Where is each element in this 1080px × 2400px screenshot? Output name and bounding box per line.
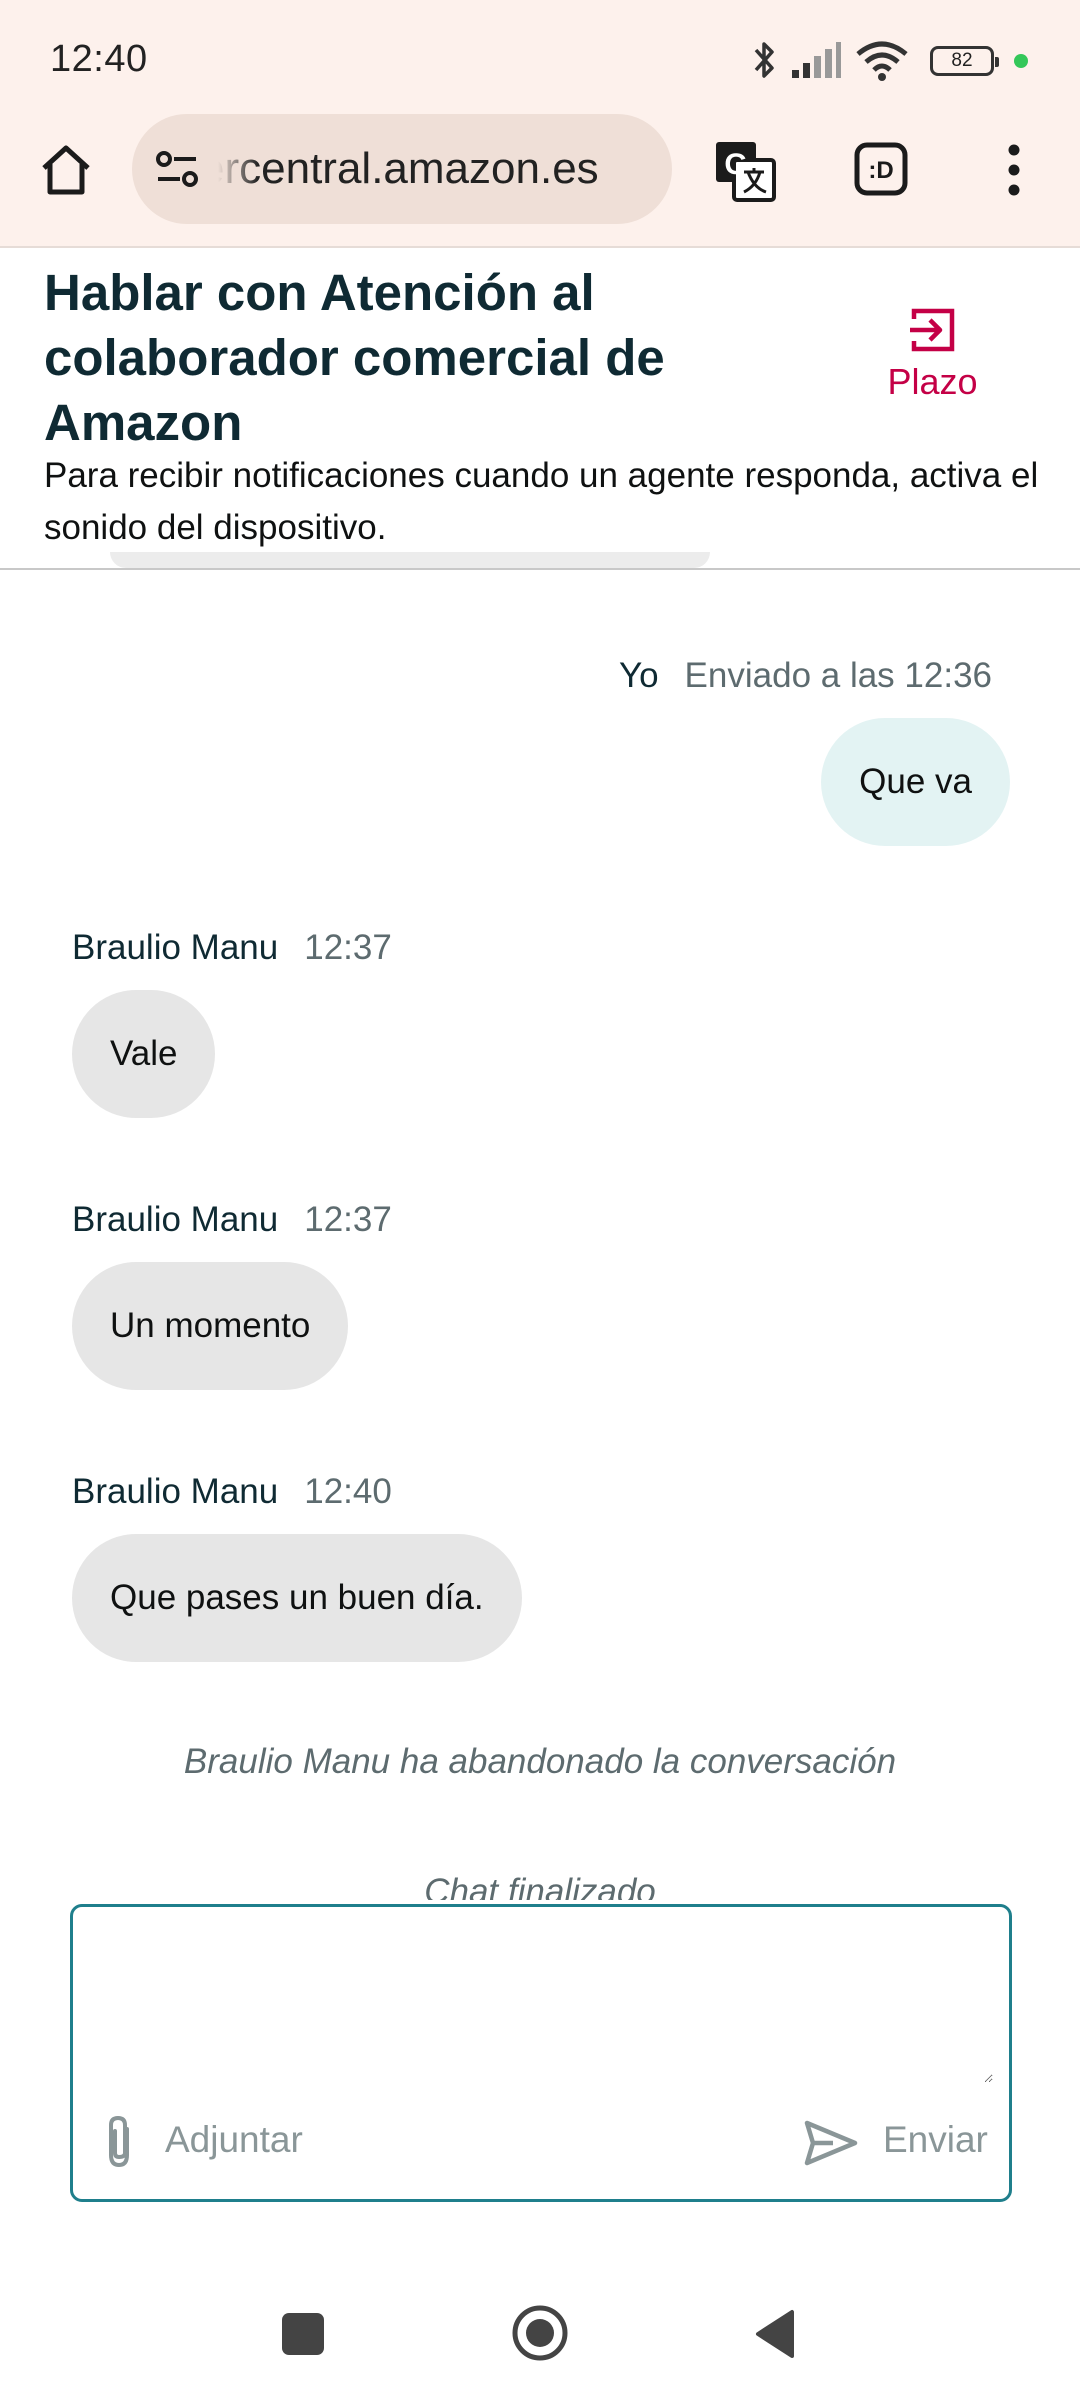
system-navigation-bar [0, 2240, 1080, 2400]
back-nav-icon[interactable] [752, 2308, 798, 2360]
recents-button[interactable] [282, 2313, 324, 2355]
browser-top-bar: 12:40 82 rcentral.amazon.es G:D [0, 0, 1080, 248]
end-chat-label: Plazo [887, 361, 978, 402]
message-time: 12:37 [304, 928, 392, 967]
message-time: 12:37 [304, 1200, 392, 1239]
address-bar[interactable]: sellercentral.amazon.es [132, 114, 672, 224]
wifi-icon [856, 41, 908, 81]
attach-label: Adjuntar [165, 2119, 303, 2160]
status-time: 12:40 [50, 38, 148, 80]
paperclip-icon [109, 2115, 129, 2168]
message-sender: Braulio Manu [72, 928, 279, 967]
battery-icon: 82 [930, 46, 999, 76]
message-sender: Braulio Manu [72, 1200, 279, 1239]
message-bubble-incoming: Que pases un buen día. [72, 1534, 522, 1662]
message-bubble-outgoing: Que va [821, 718, 1010, 846]
send-button[interactable]: Enviar [803, 2107, 1003, 2177]
battery-level: 82 [951, 50, 973, 71]
home-nav-icon[interactable] [510, 2303, 570, 2363]
more-icon[interactable] [996, 140, 1032, 200]
extension-icon[interactable]: :D [852, 140, 910, 198]
page-subtitle: Para recibir notificaciones cuando un ag… [44, 456, 1039, 547]
svg-text::D: :D [868, 157, 893, 184]
message-bubble-incoming: Un momento [72, 1262, 349, 1390]
message-meta: Braulio Manu 12:40 [72, 1470, 392, 1514]
chat-header: Hablar con Atención al colaborador comer… [0, 250, 1080, 570]
message-composer: Adjuntar Enviar [70, 1904, 1012, 2202]
svg-text:G: G [724, 148, 747, 181]
message-sender: Braulio Manu [72, 1472, 279, 1511]
send-icon [804, 2120, 858, 2166]
privacy-indicator-dot [1014, 54, 1028, 68]
message-time: Enviado a las 12:36 [684, 656, 992, 695]
page-title: Hablar con Atención al colaborador comer… [44, 264, 665, 451]
site-settings-icon[interactable] [154, 148, 202, 192]
message-meta: Braulio Manu 12:37 [72, 1198, 392, 1242]
status-icons: 82 [750, 34, 1040, 84]
bluetooth-icon [754, 42, 774, 78]
agent-left-note: Braulio Manu ha abandonado la conversaci… [183, 1742, 897, 1781]
end-chat-button[interactable]: Plazo [870, 305, 995, 415]
send-label: Enviar [883, 2119, 988, 2160]
translate-icon[interactable]: G [712, 138, 778, 204]
message-input[interactable] [93, 1923, 993, 2083]
signal-icon [792, 42, 841, 78]
home-icon[interactable] [36, 140, 96, 200]
message-meta: Yo Enviado a las 12:36 [619, 654, 992, 698]
message-time: 12:40 [304, 1472, 392, 1511]
url-value: sellercentral.amazon.es [218, 144, 599, 193]
message-meta: Braulio Manu 12:37 [72, 926, 392, 970]
exit-icon [910, 308, 955, 352]
message-sender: Yo [618, 656, 659, 695]
previous-bubble-edge [110, 552, 710, 568]
url-text: sellercentral.amazon.es [218, 144, 658, 194]
attach-button[interactable]: Adjuntar [99, 2107, 339, 2177]
message-bubble-incoming: Vale [72, 990, 216, 1118]
